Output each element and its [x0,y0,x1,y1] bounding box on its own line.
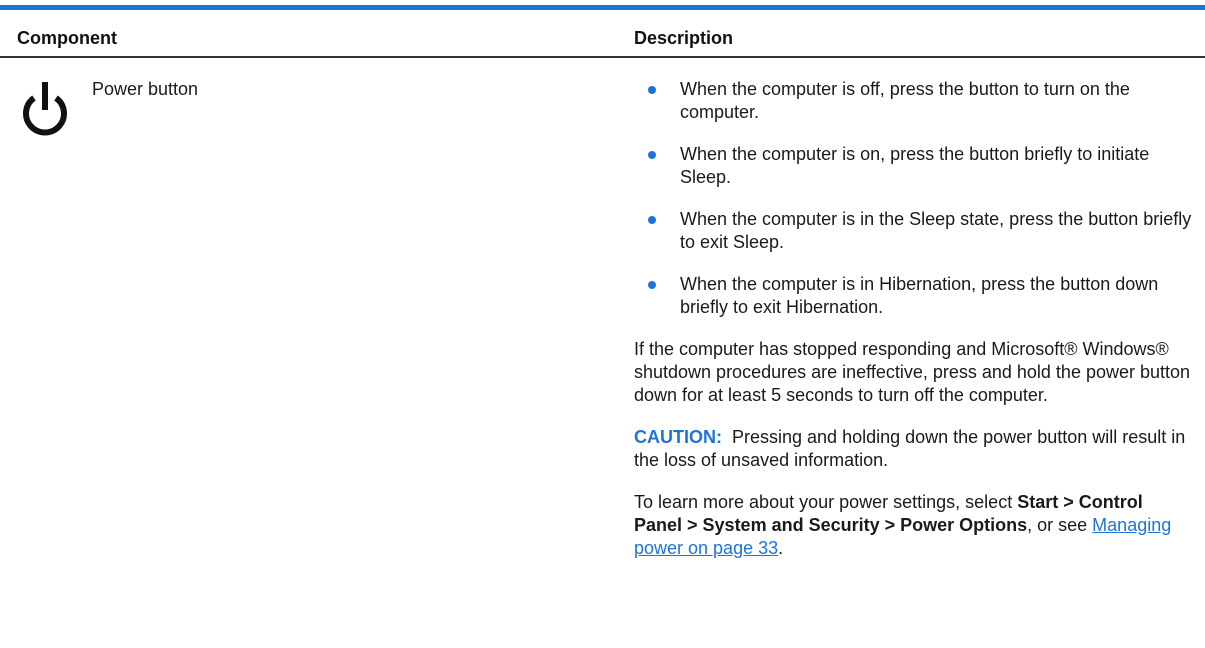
bullet-text: When the computer is in the Sleep state,… [680,209,1192,252]
learn-more-prefix: To learn more about your power settings,… [634,492,1018,512]
bullet-dot-icon [648,281,656,289]
learn-more-paragraph: To learn more about your power settings,… [634,491,1194,560]
table-header-row: Component Description [0,10,1205,56]
caution-note: CAUTION: Pressing and holding down the po… [634,426,1194,472]
list-item: When the computer is in Hibernation, pre… [634,273,1194,319]
caution-label: CAUTION: [634,427,722,447]
list-item: When the computer is off, press the butt… [634,78,1194,124]
column-header-description: Description [634,28,734,48]
bullet-dot-icon [648,86,656,94]
header-divider [0,56,1205,58]
description-cell: When the computer is off, press the butt… [634,78,1194,579]
list-item: When the computer is in the Sleep state,… [634,208,1194,254]
component-name: Power button [92,79,199,99]
power-icon [23,82,67,136]
bullet-text: When the computer is in Hibernation, pre… [680,274,1159,317]
bullet-dot-icon [648,216,656,224]
description-bullets: When the computer is off, press the butt… [634,78,1194,319]
unresponsive-paragraph: If the computer has stopped responding a… [634,339,1191,405]
bullet-text: When the computer is on, press the butto… [680,144,1150,187]
learn-more-middle: , or see [1027,515,1093,535]
column-header-component: Component [17,28,117,48]
bullet-text: When the computer is off, press the butt… [680,79,1130,122]
learn-more-suffix: . [778,538,784,558]
bullet-dot-icon [648,151,656,159]
list-item: When the computer is on, press the butto… [634,143,1194,189]
